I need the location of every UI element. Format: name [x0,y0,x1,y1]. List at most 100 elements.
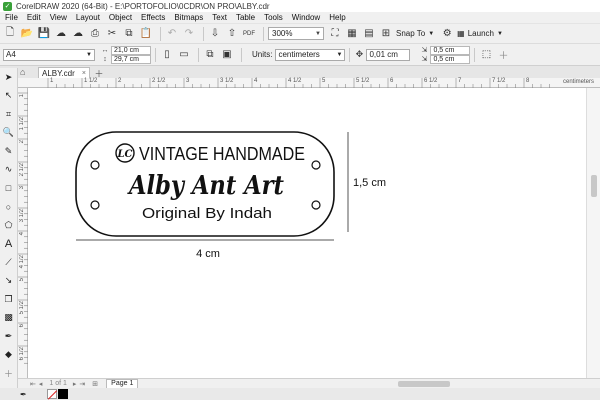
menu-help[interactable]: Help [329,13,345,22]
landscape-icon[interactable]: ▭ [177,48,191,62]
pdf-icon[interactable]: PDF [242,27,256,41]
parallel-dimension-icon[interactable]: ⟋ [2,255,16,269]
tab-page-1[interactable]: Page 1 [106,378,139,389]
portrait-icon[interactable]: ▯ [160,48,174,62]
toolbar-divider [203,26,204,41]
menu-bitmaps[interactable]: Bitmaps [174,13,203,22]
home-icon[interactable]: ⌂ [20,67,25,77]
new-document-icon[interactable]: 🗋 [3,27,17,41]
add-tab-icon[interactable]: ＋ [94,68,104,79]
toolbar-divider [474,47,476,62]
ellipse-tool-icon[interactable]: ○ [2,200,16,214]
cloud-sync-icon[interactable]: ☁ [71,27,85,41]
eyedropper-icon[interactable]: ✒ [20,390,27,399]
tab-alby-cdr[interactable]: ALBY.cdr × [38,67,90,78]
ruler-label: 7 [458,78,462,84]
nudge-distance-field[interactable]: 0,01 cm [366,48,411,61]
line-alby-ant-art[interactable]: Alby Ant Art [126,171,284,201]
menu-table[interactable]: Table [236,13,255,22]
vertical-scrollbar[interactable] [586,88,600,378]
black-swatch[interactable] [57,389,68,399]
design-artwork: LC VINTAGE HANDMADE Alby Ant Art Origina… [75,131,386,260]
connector-tool-icon[interactable]: ↘ [2,274,16,288]
ruler-label: 1 [19,94,25,98]
shape-tool-icon[interactable]: ↖ [2,89,16,103]
hole-top-left[interactable] [90,160,100,170]
text-tool-icon[interactable]: A [2,237,16,251]
snap-to-dropdown[interactable]: Snap To ▼ [396,29,434,38]
ruler-units-label: centimeters [562,79,594,85]
horizontal-ruler[interactable]: centimeters 1 1 1/2 2 2 1/2 3 3 1/2 4 4 1/2 5 5 1… [18,78,600,88]
add-page-icon[interactable]: ⊞ [92,380,98,388]
vertical-scroll-thumb[interactable] [591,175,597,197]
toolbar-divider [349,47,351,62]
freehand-tool-icon[interactable]: ✎ [2,144,16,158]
page-width-field[interactable]: 21,0 cm [111,45,151,55]
monogram-text: LC [117,149,133,160]
polygon-tool-icon[interactable]: ⬠ [2,218,16,232]
no-fill-swatch[interactable] [46,389,57,399]
save-icon[interactable]: 💾 [37,27,51,41]
open-folder-icon[interactable]: 📂 [20,27,34,41]
page-nav-arrows[interactable]: ⇤◂ [30,380,45,388]
units-select[interactable]: centimeters ▼ [275,48,346,61]
copy-icon[interactable]: ⧉ [122,27,136,41]
export-icon[interactable]: ⇧ [225,27,239,41]
page-nav-arrows-next[interactable]: ▸⇥ [73,380,88,388]
redo-icon[interactable]: ↷ [182,27,196,41]
pick-tool-icon[interactable]: ➤ [2,70,16,84]
guidelines-icon[interactable]: ⊞ [379,27,393,41]
all-pages-icon[interactable]: ⧉ [203,48,217,62]
cut-icon[interactable]: ✂ [105,27,119,41]
horizontal-scroll-thumb[interactable] [398,381,450,387]
eyedropper-icon[interactable]: ✒ [2,329,16,343]
grid-icon[interactable]: ▤ [362,27,376,41]
ruler-label: 5 [322,78,326,84]
menu-text[interactable]: Text [212,13,227,22]
menu-layout[interactable]: Layout [76,13,100,22]
import-icon[interactable]: ⇩ [208,27,222,41]
interactive-fill-icon[interactable]: ◆ [2,348,16,362]
crop-tool-icon[interactable]: ⌗ [2,107,16,121]
hole-bottom-left[interactable] [90,200,100,210]
launch-button[interactable]: ▦ Launch ▼ [457,29,503,38]
page-height-field[interactable]: 29,7 cm [111,54,151,64]
print-icon[interactable]: ⎙ [88,27,102,41]
drop-shadow-icon[interactable]: ❐ [2,292,16,306]
line-original-by-indah[interactable]: Original By Indah [142,205,272,222]
line-vintage-handmade[interactable]: VINTAGE HANDMADE [139,144,305,164]
menu-window[interactable]: Window [292,13,320,22]
rectangle-tool-icon[interactable]: □ [2,181,16,195]
paste-icon[interactable]: 📋 [139,27,153,41]
menu-edit[interactable]: Edit [27,13,41,22]
page-dimensions: ↔ 21,0 cm ↕ 29,7 cm [101,45,151,64]
add-tool-icon[interactable]: ＋ [2,366,16,380]
hole-bottom-right[interactable] [311,200,321,210]
hole-top-right[interactable] [311,160,321,170]
ruler-label: 3 [19,186,25,190]
duplicate-y-field[interactable]: 0,5 cm [430,54,471,64]
close-icon[interactable]: × [82,70,86,77]
treat-as-filled-icon[interactable]: ⬚ [479,48,493,62]
full-screen-icon[interactable]: ⛶ [328,27,342,41]
zoom-tool-icon[interactable]: 🔍 [2,126,16,140]
menu-object[interactable]: Object [109,13,132,22]
menu-tools[interactable]: Tools [264,13,283,22]
rulers-icon[interactable]: ▦ [345,27,359,41]
artistic-media-icon[interactable]: ∿ [2,163,16,177]
undo-icon[interactable]: ↶ [165,27,179,41]
add-icon[interactable]: ＋ [496,48,510,62]
page-size-select[interactable]: A4 ▼ [3,48,95,61]
menu-effects[interactable]: Effects [141,13,165,22]
vertical-ruler[interactable]: 1 1 1/2 2 2 1/2 3 3 1/2 4 4 1/2 5 5 1/2 6 6 1/2 [18,88,28,378]
zoom-level-select[interactable]: 300% ▼ [268,27,324,40]
menu-view[interactable]: View [50,13,67,22]
cloud-upload-icon[interactable]: ☁ [54,27,68,41]
transparency-tool-icon[interactable]: ▩ [2,311,16,325]
gear-icon[interactable]: ⚙ [440,27,454,41]
ruler-label: 4 1/2 [19,255,25,269]
drawing-canvas[interactable]: LC VINTAGE HANDMADE Alby Ant Art Origina… [28,88,586,378]
menu-file[interactable]: File [5,13,18,22]
duplicate-x-field[interactable]: 0,5 cm [430,45,471,55]
current-page-icon[interactable]: ▣ [220,48,234,62]
